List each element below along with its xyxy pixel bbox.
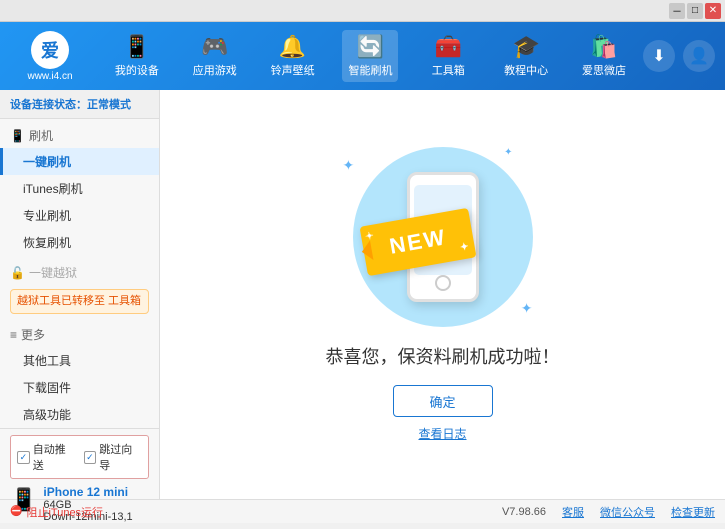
status-value: 正常模式 xyxy=(87,99,131,111)
jailbreak-note: 越狱工具已转移至 工具箱 xyxy=(10,289,149,314)
skip-guide-checkbox[interactable]: 跳过向导 xyxy=(84,441,143,473)
jailbreak-section: 🔓 一键越狱 越狱工具已转移至 工具箱 xyxy=(0,260,159,318)
sidebar: 设备连接状态：正常模式 📱 刷机 一键刷机 iTunes刷机 专业刷机 恢复刷机… xyxy=(0,90,160,499)
more-section: ≡ 更多 其他工具 下载固件 高级功能 xyxy=(0,322,159,428)
main-area: 设备连接状态：正常模式 📱 刷机 一键刷机 iTunes刷机 专业刷机 恢复刷机… xyxy=(0,90,725,499)
apps-games-icon: 🎮 xyxy=(201,34,228,60)
nav-smart-flash-label: 智能刷机 xyxy=(348,62,392,78)
nav-bar: 📱 我的设备 🎮 应用游戏 🔔 铃声壁纸 🔄 智能刷机 🧰 工具箱 🎓 教程中心… xyxy=(98,30,643,82)
tutorial-icon: 🎓 xyxy=(512,34,539,60)
nav-smart-flash[interactable]: 🔄 智能刷机 xyxy=(342,30,398,82)
skip-guide-label: 跳过向导 xyxy=(99,441,142,473)
wechat-link[interactable]: 微信公众号 xyxy=(600,504,655,520)
title-bar: － □ ✕ xyxy=(0,0,725,22)
nav-my-device[interactable]: 📱 我的设备 xyxy=(109,30,165,82)
itunes-stop-label: 阻止iTunes运行 xyxy=(26,504,103,520)
sidebar-item-download-firmware[interactable]: 下载固件 xyxy=(0,374,159,401)
close-button[interactable]: ✕ xyxy=(705,3,721,19)
logo: 爱 www.i4.cn xyxy=(10,31,90,82)
toolbox-icon: 🧰 xyxy=(435,34,462,60)
more-icon: ≡ xyxy=(10,328,17,342)
sidebar-item-one-click-flash[interactable]: 一键刷机 xyxy=(0,148,159,175)
status-label: 设备连接状态： xyxy=(10,99,87,111)
jailbreak-label: 一键越狱 xyxy=(29,264,77,281)
device-status: 设备连接状态：正常模式 xyxy=(0,90,159,119)
sidebar-item-restore-flash[interactable]: 恢复刷机 xyxy=(0,229,159,256)
check-update-link[interactable]: 检查更新 xyxy=(671,504,715,520)
ribbon-text: NEW xyxy=(387,224,448,260)
smart-flash-icon: 🔄 xyxy=(357,34,384,60)
nav-ringtones-label: 铃声壁纸 xyxy=(271,62,315,78)
ringtones-icon: 🔔 xyxy=(279,34,306,60)
nav-tutorial[interactable]: 🎓 教程中心 xyxy=(498,30,554,82)
star-left-icon: ✦ xyxy=(364,230,376,243)
flash-section-title: 📱 刷机 xyxy=(0,123,159,148)
checkbox-group: 自动推送 跳过向导 xyxy=(10,435,149,479)
view-log-link[interactable]: 查看日志 xyxy=(418,425,466,442)
nav-my-device-label: 我的设备 xyxy=(115,62,159,78)
success-illustration: ✦ ✦ ✦ ✦ NEW ✦ xyxy=(343,147,543,327)
star-right-icon: ✦ xyxy=(459,241,471,254)
main-content: ✦ ✦ ✦ ✦ NEW ✦ 恭喜您，保资料刷机成功啦！ 确定 查看日志 xyxy=(160,90,725,499)
nav-ringtones[interactable]: 🔔 铃声壁纸 xyxy=(265,30,321,82)
jailbreak-section-title: 🔓 一键越狱 xyxy=(0,260,159,285)
auto-send-label: 自动推送 xyxy=(33,441,76,473)
footer-right: V7.98.66 客服 微信公众号 检查更新 xyxy=(502,504,715,520)
logo-icon: 爱 xyxy=(31,31,69,69)
device-name: iPhone 12 mini xyxy=(43,485,132,499)
user-button[interactable]: 👤 xyxy=(683,40,715,72)
flash-section-label: 刷机 xyxy=(29,127,53,144)
header: 爱 www.i4.cn 📱 我的设备 🎮 应用游戏 🔔 铃声壁纸 🔄 智能刷机 … xyxy=(0,22,725,90)
nav-toolbox[interactable]: 🧰 工具箱 xyxy=(420,30,476,82)
download-button[interactable]: ⬇ xyxy=(643,40,675,72)
stop-icon: ⛔ xyxy=(10,506,22,517)
skip-guide-cb-icon xyxy=(84,451,97,464)
version-label: V7.98.66 xyxy=(502,506,546,518)
my-device-icon: 📱 xyxy=(123,34,150,60)
phone-home-button xyxy=(435,275,451,291)
itunes-stop-status: ⛔ 阻止iTunes运行 xyxy=(10,504,103,520)
sidebar-item-itunes-flash[interactable]: iTunes刷机 xyxy=(0,175,159,202)
flash-section: 📱 刷机 一键刷机 iTunes刷机 专业刷机 恢复刷机 xyxy=(0,123,159,256)
nav-apps-games-label: 应用游戏 xyxy=(193,62,237,78)
sidebar-item-other-tools[interactable]: 其他工具 xyxy=(0,347,159,374)
support-link[interactable]: 客服 xyxy=(562,504,584,520)
nav-iweidian[interactable]: 🛍️ 爱思微店 xyxy=(576,30,632,82)
header-actions: ⬇ 👤 xyxy=(643,40,715,72)
more-label: 更多 xyxy=(21,326,45,343)
sparkle-3-icon: ✦ xyxy=(521,300,533,317)
nav-tutorial-label: 教程中心 xyxy=(504,62,548,78)
logo-subtext: www.i4.cn xyxy=(27,71,72,82)
confirm-button[interactable]: 确定 xyxy=(393,385,493,417)
sparkle-1-icon: ✦ xyxy=(343,157,355,174)
nav-toolbox-label: 工具箱 xyxy=(432,62,465,78)
auto-send-checkbox[interactable]: 自动推送 xyxy=(17,441,76,473)
nav-apps-games[interactable]: 🎮 应用游戏 xyxy=(187,30,243,82)
sidebar-item-advanced[interactable]: 高级功能 xyxy=(0,401,159,428)
nav-iweidian-label: 爱思微店 xyxy=(582,62,626,78)
success-message: 恭喜您，保资料刷机成功啦！ xyxy=(326,343,560,369)
sparkle-2-icon: ✦ xyxy=(504,147,512,158)
jailbreak-icon: 🔓 xyxy=(10,266,25,280)
minimize-button[interactable]: － xyxy=(669,3,685,19)
iweidian-icon: 🛍️ xyxy=(590,34,617,60)
flash-section-icon: 📱 xyxy=(10,129,25,143)
auto-send-cb-icon xyxy=(17,451,30,464)
maximize-button[interactable]: □ xyxy=(687,3,703,19)
more-section-title: ≡ 更多 xyxy=(0,322,159,347)
footer-left: ⛔ 阻止iTunes运行 xyxy=(10,504,103,520)
sidebar-item-pro-flash[interactable]: 专业刷机 xyxy=(0,202,159,229)
